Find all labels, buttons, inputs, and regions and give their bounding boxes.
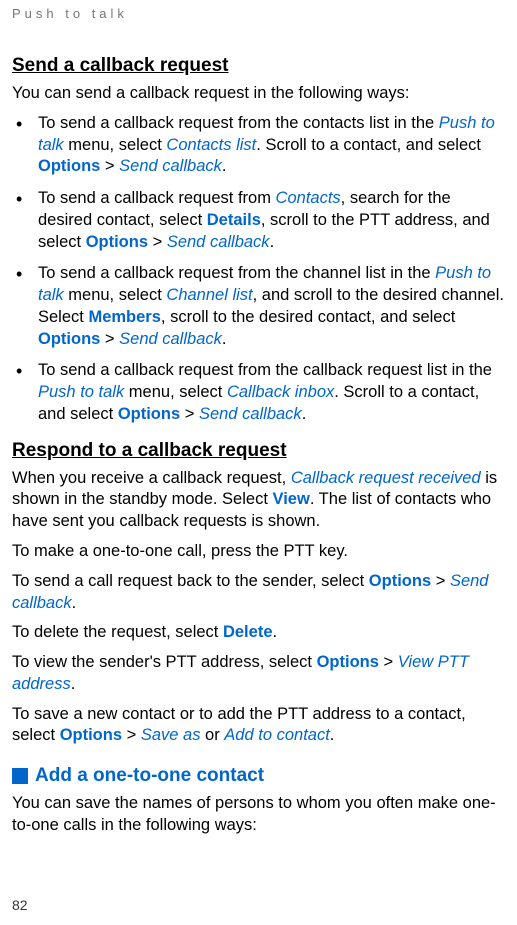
text: .: [270, 233, 275, 251]
link-view[interactable]: View: [273, 490, 310, 508]
text: To view the sender's PTT address, select: [12, 653, 317, 671]
paragraph: To send a call request back to the sende…: [12, 571, 505, 615]
section-intro: You can send a callback request in the f…: [12, 83, 505, 105]
text: . Scroll to a contact, and select: [256, 136, 481, 154]
text: To send a callback request from the cont…: [38, 114, 439, 132]
text: .: [222, 157, 227, 175]
text: >: [431, 572, 450, 590]
section-heading-send-callback: Send a callback request: [12, 55, 505, 77]
paragraph: To delete the request, select Delete.: [12, 622, 505, 644]
paragraph: To save a new contact or to add the PTT …: [12, 704, 505, 748]
text: >: [122, 726, 141, 744]
bullet-list: To send a callback request from the cont…: [12, 113, 505, 426]
page-header: Push to talk: [12, 6, 505, 21]
text: or: [200, 726, 224, 744]
page-number: 82: [12, 897, 28, 913]
text: >: [100, 330, 119, 348]
link-send-callback[interactable]: Send callback: [199, 405, 302, 423]
text: .: [302, 405, 307, 423]
link-members[interactable]: Members: [88, 308, 160, 326]
subsection-heading-add-contact: Add a one-to-one contact: [12, 765, 505, 787]
link-push-to-talk[interactable]: Push to talk: [38, 383, 124, 401]
link-options[interactable]: Options: [86, 233, 148, 251]
list-item: To send a callback request from Contacts…: [12, 188, 505, 253]
link-details[interactable]: Details: [207, 211, 261, 229]
text: To send a callback request from the chan…: [38, 264, 435, 282]
text: To send a call request back to the sende…: [12, 572, 369, 590]
text: >: [180, 405, 199, 423]
paragraph: When you receive a callback request, Cal…: [12, 468, 505, 533]
text: .: [222, 330, 227, 348]
text: >: [100, 157, 119, 175]
link-channel-list[interactable]: Channel list: [166, 286, 252, 304]
link-send-callback[interactable]: Send callback: [119, 330, 222, 348]
section-intro: You can save the names of persons to who…: [12, 793, 505, 837]
text: menu, select: [64, 286, 167, 304]
link-contacts[interactable]: Contacts: [276, 189, 341, 207]
list-item: To send a callback request from the cont…: [12, 113, 505, 178]
text: .: [71, 675, 76, 693]
text: menu, select: [124, 383, 227, 401]
section-heading-respond-callback: Respond to a callback request: [12, 440, 505, 462]
text: >: [148, 233, 167, 251]
paragraph: To view the sender's PTT address, select…: [12, 652, 505, 696]
list-item: To send a callback request from the chan…: [12, 263, 505, 350]
link-options[interactable]: Options: [317, 653, 379, 671]
text: To send a callback request from the call…: [38, 361, 492, 379]
text: To delete the request, select: [12, 623, 223, 641]
text: .: [273, 623, 278, 641]
link-options[interactable]: Options: [38, 157, 100, 175]
link-options[interactable]: Options: [60, 726, 122, 744]
paragraph: To make a one-to-one call, press the PTT…: [12, 541, 505, 563]
text: .: [72, 594, 77, 612]
text: , scroll to the desired contact, and sel…: [161, 308, 455, 326]
subsection-title: Add a one-to-one contact: [35, 765, 264, 787]
list-item: To send a callback request from the call…: [12, 360, 505, 425]
square-bullet-icon: [12, 768, 28, 784]
link-options[interactable]: Options: [118, 405, 180, 423]
text: menu, select: [64, 136, 167, 154]
text: >: [379, 653, 398, 671]
link-delete[interactable]: Delete: [223, 623, 273, 641]
link-send-callback[interactable]: Send callback: [119, 157, 222, 175]
link-callback-inbox[interactable]: Callback inbox: [227, 383, 334, 401]
text: To send a callback request from: [38, 189, 276, 207]
text: When you receive a callback request,: [12, 469, 291, 487]
link-add-to-contact[interactable]: Add to contact: [224, 726, 330, 744]
link-options[interactable]: Options: [369, 572, 431, 590]
link-send-callback[interactable]: Send callback: [167, 233, 270, 251]
text: .: [330, 726, 335, 744]
link-contacts-list[interactable]: Contacts list: [166, 136, 256, 154]
link-callback-request-received[interactable]: Callback request received: [291, 469, 481, 487]
link-options[interactable]: Options: [38, 330, 100, 348]
link-save-as[interactable]: Save as: [141, 726, 201, 744]
